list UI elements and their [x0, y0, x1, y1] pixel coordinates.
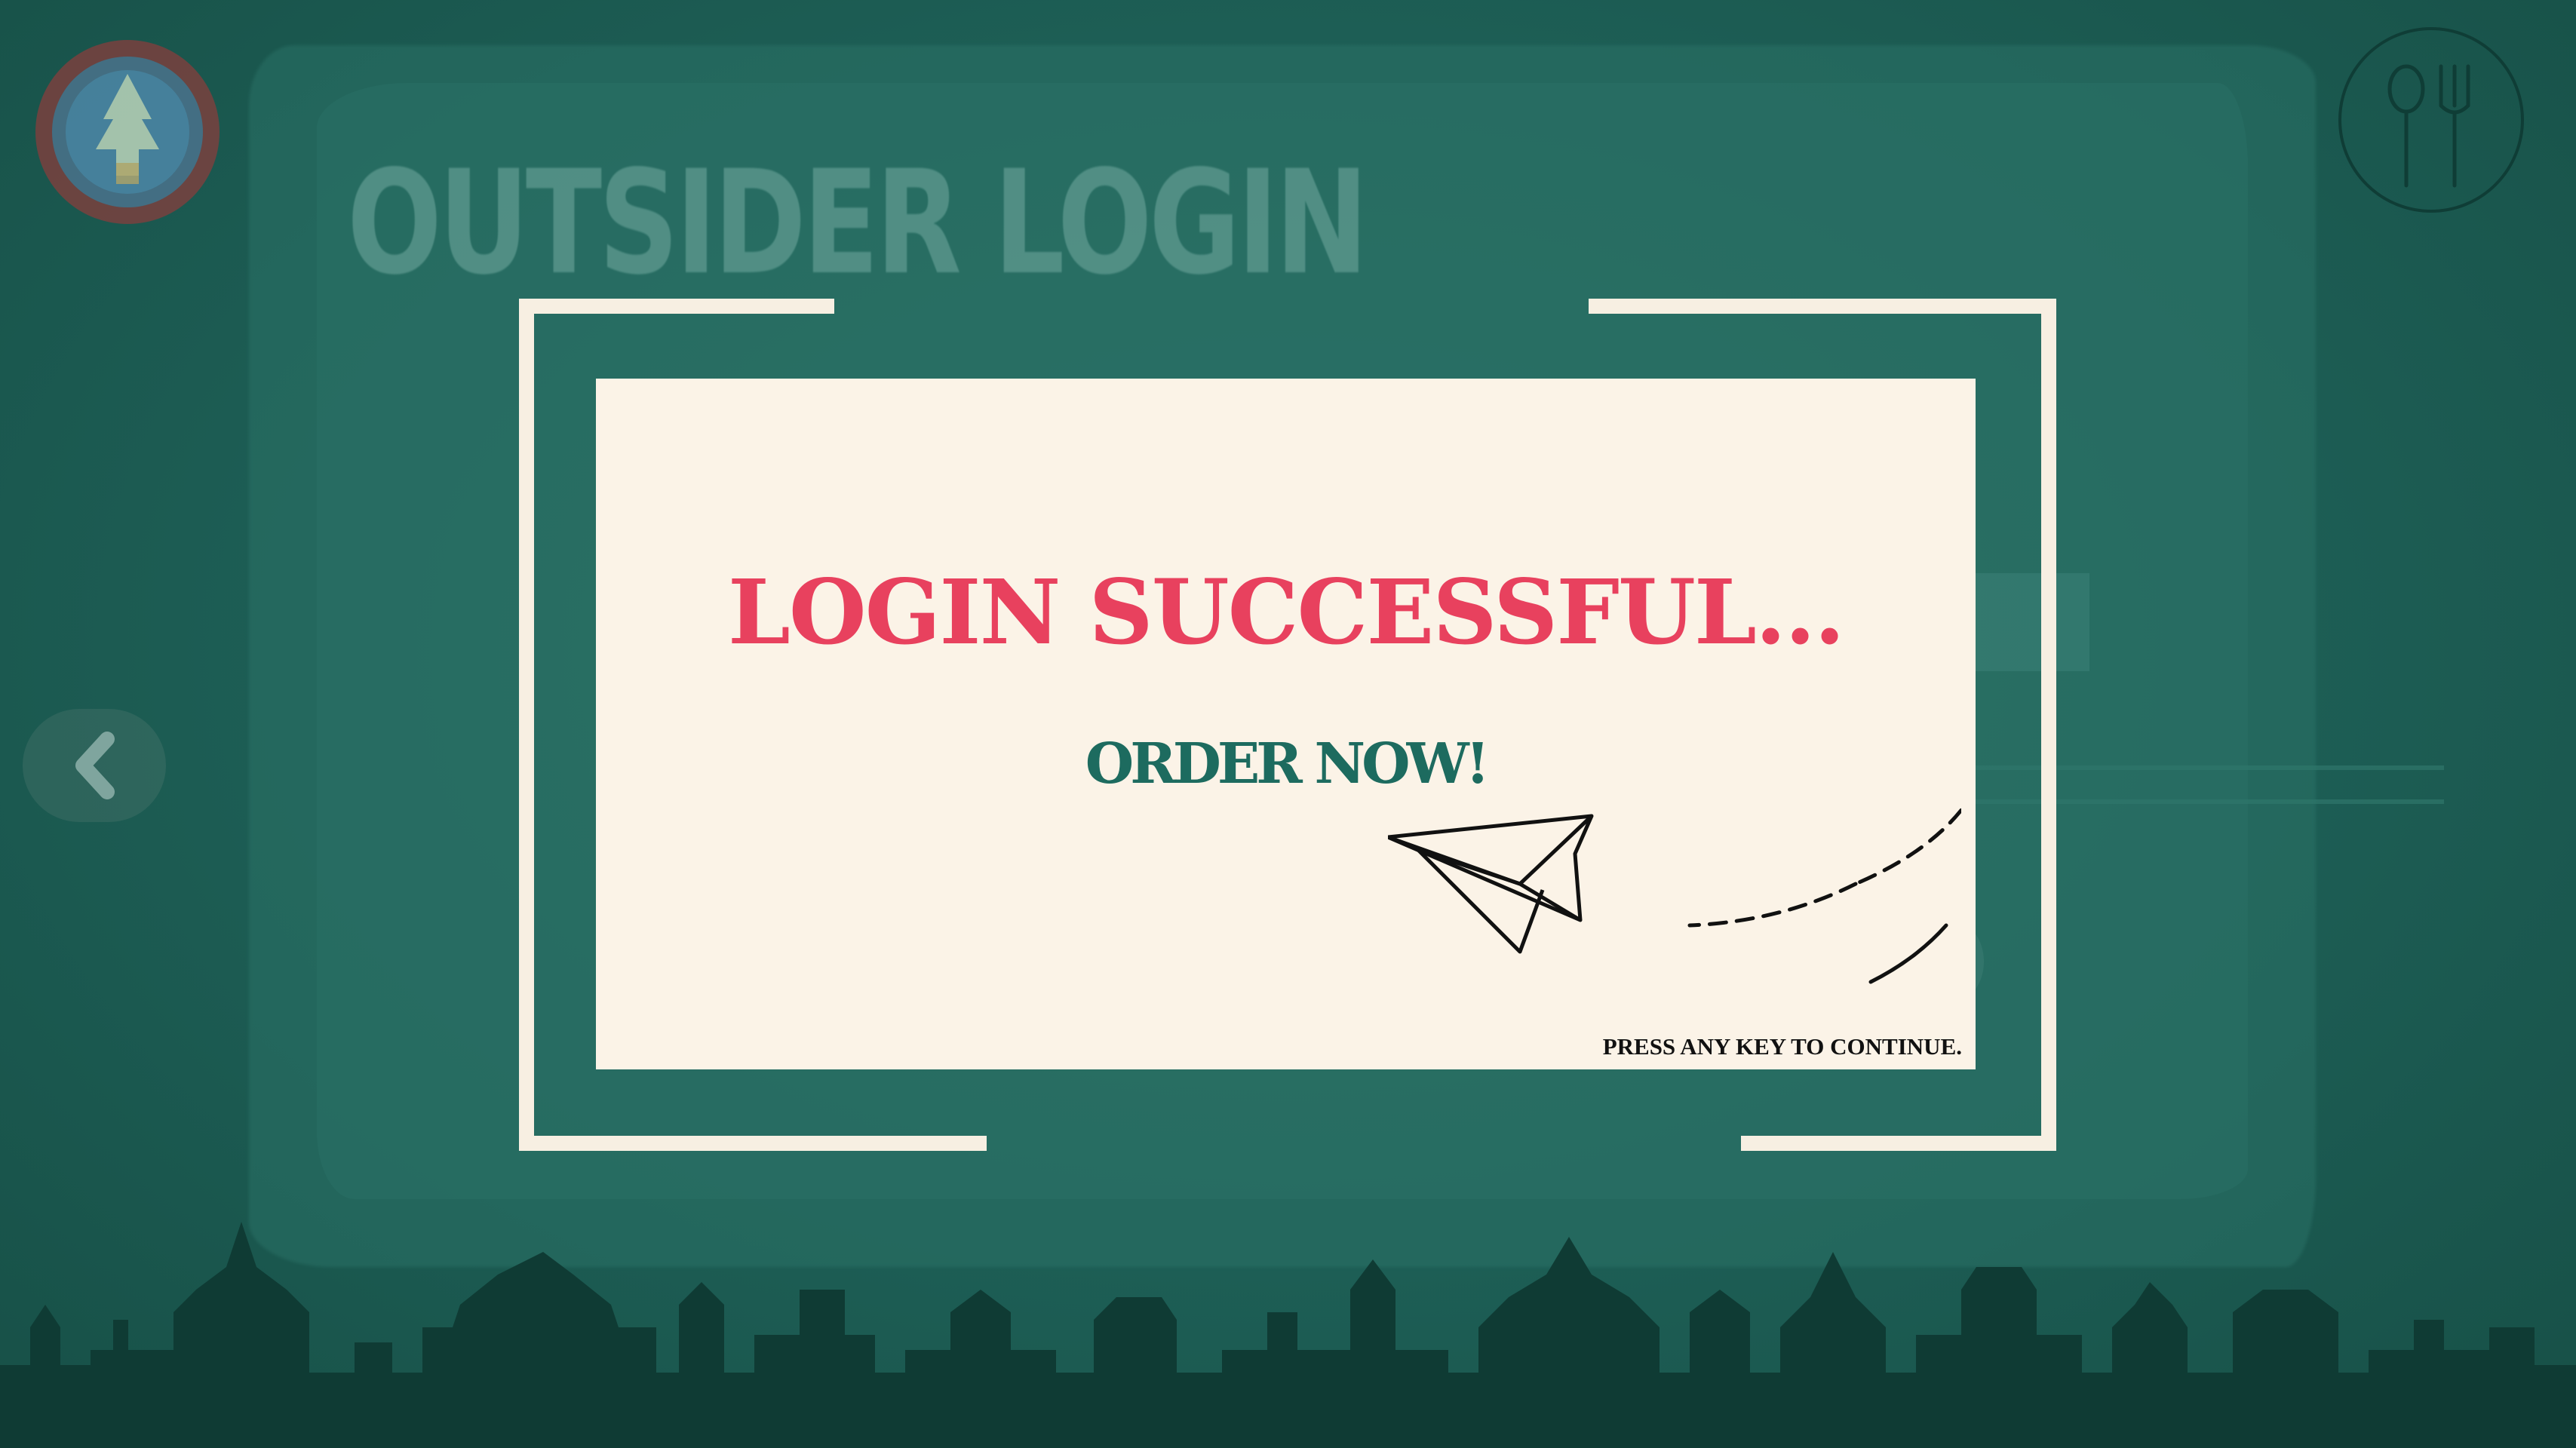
modal-frame-bottom-left: [519, 1136, 987, 1151]
menu-button[interactable]: [2338, 27, 2524, 213]
modal-frame-left: [519, 299, 534, 1151]
modal-frame-top-left: [519, 299, 834, 314]
paper-plane-icon: [1388, 807, 1961, 984]
login-success-dialog[interactable]: LOGIN SUCCESSFUL... ORDER NOW! PRESS ANY…: [596, 379, 1976, 1069]
back-button[interactable]: [23, 709, 166, 822]
modal-frame-right: [2041, 299, 2056, 1151]
cutlery-icon: [2387, 64, 2470, 188]
background-page-title: OUTSIDER LOGIN: [347, 140, 1368, 306]
press-any-key-hint: PRESS ANY KEY TO CONTINUE.: [1602, 1033, 1962, 1060]
background-form-line: [1946, 799, 2444, 804]
college-logo-icon: [35, 40, 220, 224]
college-logo: [32, 36, 224, 229]
kathmandu-skyline: [0, 1222, 2576, 1448]
modal-frame-top-right: [1589, 299, 2056, 314]
login-screen: OUTSIDER LOGIN LOGIN SUCCESSFUL... ORDER…: [0, 0, 2576, 1448]
modal-frame-bottom-right: [1741, 1136, 2056, 1151]
login-success-title: LOGIN SUCCESSFUL...: [727, 560, 1845, 664]
chevron-left-icon: [75, 732, 115, 799]
background-form-line: [1946, 765, 2444, 770]
